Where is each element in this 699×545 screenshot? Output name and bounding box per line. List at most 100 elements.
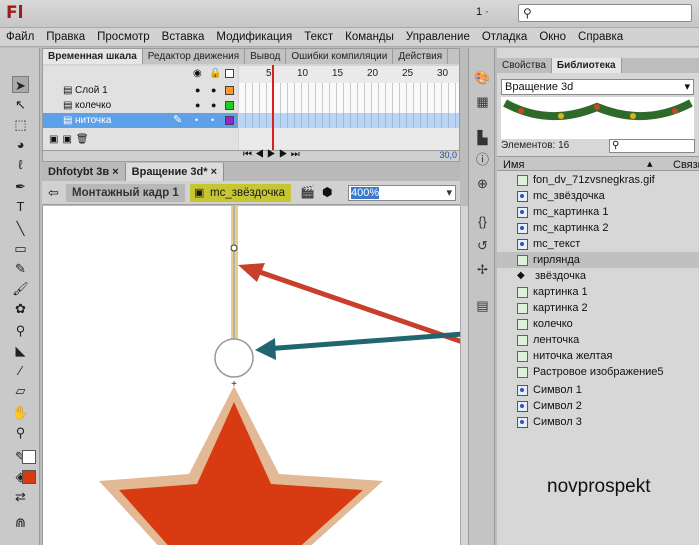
library-item[interactable]: колечко (497, 316, 699, 332)
breadcrumb-scene[interactable]: Монтажный кадр 1 (66, 184, 185, 202)
library-item[interactable]: Растровое изображение5 (497, 364, 699, 380)
layer-actions[interactable]: ▣▣🗑 (49, 134, 93, 145)
3d-rotation-icon[interactable]: ◕ (12, 136, 29, 153)
swap-colors-icon[interactable]: ⇄ (12, 488, 29, 505)
tab-timeline[interactable]: Временная шкала (43, 49, 143, 64)
close-icon[interactable]: × (112, 166, 118, 178)
help-search-input[interactable]: ⚲ (518, 4, 692, 22)
text-tool-icon[interactable]: T (12, 198, 29, 215)
fill-color-swatch[interactable] (22, 470, 36, 484)
code-snippets-icon[interactable]: {} (474, 214, 491, 230)
lock-icon[interactable]: 🔒 (209, 68, 221, 79)
selection-tool-icon[interactable]: ➤ (12, 76, 29, 93)
library-item[interactable]: Символ 1 (497, 382, 699, 398)
align-icon[interactable]: ▙ (474, 130, 491, 146)
lock-dot[interactable]: ● (211, 98, 216, 113)
tab-output[interactable]: Вывод (245, 49, 287, 64)
library-item[interactable]: картинка 1 (497, 284, 699, 300)
history-icon[interactable]: ↺ (474, 238, 491, 254)
outline-icon[interactable] (225, 69, 234, 78)
close-icon[interactable]: × (211, 166, 217, 178)
sort-icon[interactable]: ▴ (647, 157, 653, 171)
layer-row[interactable]: ▤ колечко ● ● (43, 98, 238, 113)
library-item[interactable]: Символ 2 (497, 398, 699, 414)
fps-readout[interactable]: 30,0 (439, 150, 457, 160)
free-transform-icon[interactable]: ⬚ (12, 116, 29, 133)
menu-edit[interactable]: Правка (40, 31, 91, 43)
edit-scene-icon[interactable]: 🎬 (300, 185, 315, 199)
layer-color-swatch[interactable] (225, 101, 234, 110)
deco-tool-icon[interactable]: ✿ (12, 300, 29, 317)
menu-window[interactable]: Окно (533, 31, 572, 43)
layer-color-swatch[interactable] (225, 86, 234, 95)
library-document-select[interactable]: Вращение 3d ▾ (501, 79, 694, 95)
pen-tool-icon[interactable]: ✒ (12, 178, 29, 195)
menu-file[interactable]: Файл (0, 31, 40, 43)
tab-library[interactable]: Библиотека (551, 58, 622, 73)
layer-row[interactable]: ▤ Слой 1 ● ● (43, 83, 238, 98)
library-item[interactable]: ленточка (497, 332, 699, 348)
library-item[interactable]: fon_dv_71zvsnegkras.gif (497, 172, 699, 188)
transform-icon[interactable]: ⊕ (474, 176, 491, 192)
visibility-dot[interactable]: ● (195, 98, 200, 113)
color-palette-icon[interactable]: 🎨 (474, 70, 491, 86)
brush-tool-icon[interactable]: 🖌 (12, 280, 29, 297)
zoom-select[interactable]: 400% ▾ (348, 185, 456, 201)
pencil-tool-icon[interactable]: ✎ (12, 260, 29, 277)
playhead[interactable] (272, 65, 274, 157)
playback-controls-icon[interactable]: ⏮◀▶▶⏭ (243, 149, 303, 160)
stage-scrollbar[interactable] (460, 206, 468, 545)
subselection-tool-icon[interactable]: ↖ (12, 96, 29, 113)
movie-explorer-icon[interactable]: ▤ (474, 298, 491, 314)
library-item[interactable]: Символ 3 (497, 414, 699, 430)
components-icon[interactable]: ✢ (474, 262, 491, 278)
doc-tab-active[interactable]: Вращение 3d* × (125, 163, 225, 181)
menu-commands[interactable]: Команды (339, 31, 400, 43)
layer-color-swatch[interactable] (225, 116, 234, 125)
eraser-icon[interactable]: ▱ (12, 382, 29, 399)
library-search-input[interactable]: ⚲ (609, 139, 695, 153)
column-linkage[interactable]: Связь (673, 158, 699, 172)
back-arrow-icon[interactable]: ⇦ (48, 185, 59, 201)
column-name[interactable]: Имя (503, 158, 524, 172)
menu-help[interactable]: Справка (572, 31, 629, 43)
workspace-switcher[interactable]: 1 · (476, 6, 502, 21)
tab-compiler-errors[interactable]: Ошибки компиляции (286, 49, 394, 64)
doc-tab[interactable]: Dhfotybt 3в × (42, 163, 126, 181)
library-item[interactable]: mc_текст (497, 236, 699, 252)
paint-bucket-icon[interactable]: ◣ (12, 342, 29, 359)
menu-modify[interactable]: Модификация (210, 31, 298, 43)
eye-icon[interactable]: ◉ (193, 68, 202, 79)
library-item[interactable]: ◆ звёздочка (497, 268, 699, 284)
menu-control[interactable]: Управление (400, 31, 476, 43)
stroke-color-swatch[interactable] (22, 450, 36, 464)
rectangle-tool-icon[interactable]: ▭ (12, 240, 29, 257)
zoom-tool-icon[interactable]: ⚲ (12, 424, 29, 441)
lock-dot[interactable]: • (211, 113, 214, 128)
tab-actions[interactable]: Действия (393, 49, 449, 64)
eyedropper-icon[interactable]: ⁄ (12, 362, 29, 379)
visibility-dot[interactable]: • (195, 113, 198, 128)
library-item[interactable]: mc_звёздочка (497, 188, 699, 204)
lasso-icon[interactable]: ℓ (12, 156, 29, 173)
lock-dot[interactable]: ● (211, 83, 216, 98)
layer-row-selected[interactable]: ▤ ниточка ✎ • • (43, 113, 238, 128)
menu-debug[interactable]: Отладка (476, 31, 533, 43)
menu-view[interactable]: Просмотр (91, 31, 156, 43)
library-item[interactable]: mc_картинка 2 (497, 220, 699, 236)
bone-tool-icon[interactable]: ⚲ (12, 322, 29, 339)
hand-tool-icon[interactable]: ✋ (12, 404, 29, 421)
stage-canvas[interactable]: + (42, 206, 460, 545)
library-item[interactable]: ниточка желтая (497, 348, 699, 364)
swatches-icon[interactable]: ▦ (474, 94, 491, 110)
menu-text[interactable]: Текст (298, 31, 339, 43)
snap-magnet-icon[interactable]: ⋒ (12, 514, 29, 531)
info-icon[interactable]: ⓘ (474, 152, 491, 168)
breadcrumb-symbol[interactable]: ▣ mc_звёздочка (190, 184, 292, 202)
tab-motion-editor[interactable]: Редактор движения (143, 49, 246, 64)
line-tool-icon[interactable]: ╲ (12, 220, 29, 237)
menu-insert[interactable]: Вставка (156, 31, 211, 43)
library-item[interactable]: гирлянда (497, 252, 699, 268)
library-item[interactable]: картинка 2 (497, 300, 699, 316)
library-item[interactable]: mc_картинка 1 (497, 204, 699, 220)
